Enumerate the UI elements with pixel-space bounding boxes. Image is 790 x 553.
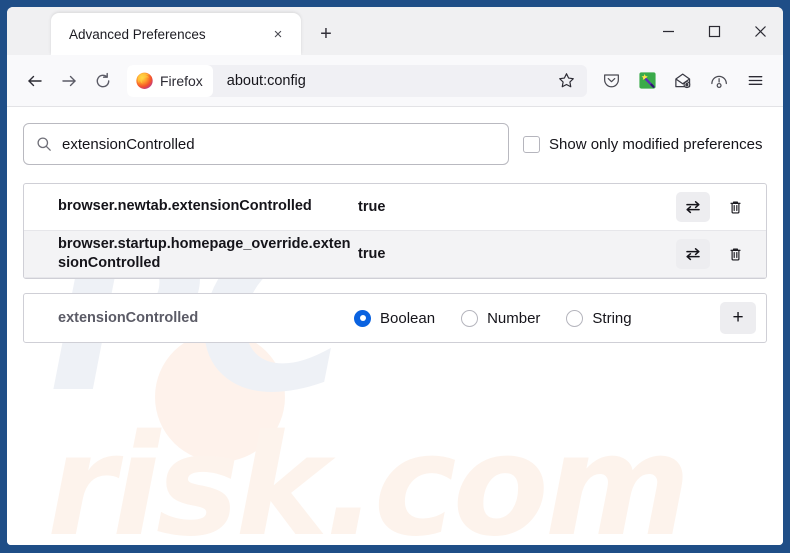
radio-dot[interactable] [354,309,371,327]
address-bar[interactable]: Firefox about:config [127,64,587,97]
watermark-dot [155,332,285,462]
radio-number[interactable]: Number [461,309,541,327]
forward-icon[interactable] [53,65,85,97]
url-text[interactable]: about:config [213,73,551,89]
radio-boolean[interactable]: Boolean [354,309,436,327]
search-icon [36,136,52,152]
extension-icon[interactable] [631,65,663,97]
new-tab-button[interactable]: + [311,19,341,49]
preferences-table: browser.newtab.extensionControlled true [23,183,767,280]
minimize-icon[interactable] [645,7,691,55]
tab-advanced-preferences[interactable]: Advanced Preferences × [51,13,301,55]
row-actions [676,239,756,270]
window-controls [645,7,783,55]
pref-value: true [358,199,386,215]
toggle-icon[interactable] [676,192,710,222]
new-pref-name: extensionControlled [58,310,199,327]
sync-icon[interactable] [703,65,735,97]
show-modified-checkbox[interactable]: Show only modified preferences [523,135,763,153]
bookmark-star-icon[interactable] [551,66,581,96]
navigation-toolbar: Firefox about:config 0 [7,55,783,107]
radio-label: String [592,309,632,327]
new-pref-type-group: Boolean Number String [354,309,720,327]
delete-icon[interactable] [720,239,750,269]
table-row[interactable]: browser.startup.homepage_override.extens… [24,230,766,279]
add-button[interactable]: + [720,302,756,335]
pref-value: true [358,246,386,263]
close-icon[interactable]: × [267,23,289,45]
browser-window-inner: Advanced Preferences × + Firefox about:c… [7,7,783,545]
brand-label: Firefox [160,72,203,89]
search-input[interactable]: extensionControlled [23,123,509,165]
search-row: extensionControlled Show only modified p… [23,123,767,165]
browser-window: Advanced Preferences × + Firefox about:c… [0,0,790,553]
radio-dot[interactable] [566,309,584,327]
watermark-bottom-text: risk.com [47,405,691,546]
firefox-brand-chip: Firefox [127,64,213,97]
radio-label: Number [487,309,541,327]
tab-strip: Advanced Preferences × + [7,7,783,55]
table-row[interactable]: browser.newtab.extensionControlled true [24,184,766,230]
pocket-icon[interactable] [595,65,627,97]
toolbar-icons: 0 [595,65,771,97]
checkbox-label: Show only modified preferences [549,135,763,153]
row-actions [676,192,756,222]
radio-string[interactable]: String [566,309,632,327]
tab-title: Advanced Preferences [69,26,206,42]
add-preference-row: extensionControlled Boolean Number Strin… [23,293,767,344]
mail-icon[interactable]: 0 [667,65,699,97]
pref-name: browser.newtab.extensionControlled [58,198,312,215]
radio-label: Boolean [380,309,436,327]
firefox-logo-icon [136,72,153,89]
about-config-page: PC risk.com extensionControlled Show onl… [7,107,783,545]
pref-name: browser.startup.homepage_override.extens… [58,236,351,272]
back-icon[interactable] [19,65,51,97]
maximize-icon[interactable] [691,7,737,55]
radio-dot[interactable] [461,309,479,327]
toggle-icon[interactable] [676,239,710,270]
search-value: extensionControlled [62,135,195,153]
close-window-icon[interactable] [737,7,783,55]
reload-icon[interactable] [87,65,119,97]
checkbox-box[interactable] [523,135,540,153]
hamburger-menu-icon[interactable] [739,65,771,97]
delete-icon[interactable] [720,192,750,222]
